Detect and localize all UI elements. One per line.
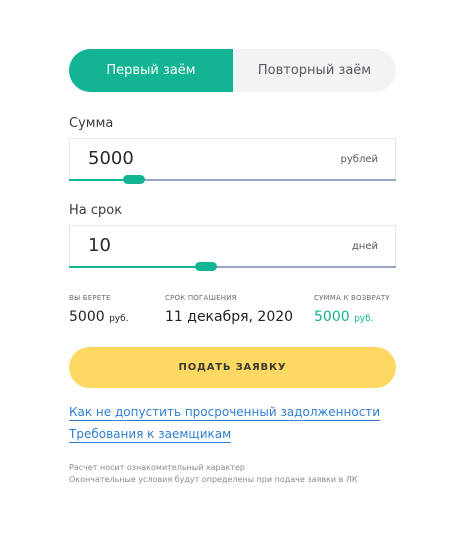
amount-field[interactable]: 5000 рублей xyxy=(69,138,396,180)
loan-type-tabs: Первый заём Повторный заём xyxy=(69,49,396,92)
due-caption: СРОК ПОГАШЕНИЯ xyxy=(165,294,237,302)
summary-return: СУММА К ВОЗВРАТУ 5000 руб. xyxy=(314,294,390,325)
borrower-requirements-link[interactable]: Требования к заемщикам xyxy=(69,427,232,443)
submit-application-button[interactable]: ПОДАТЬ ЗАЯВКУ xyxy=(69,347,396,388)
take-amount: 5000 руб. xyxy=(69,309,129,325)
take-caption: ВЫ БЕРЕТЕ xyxy=(69,294,111,302)
amount-slider-rest xyxy=(134,179,396,181)
summary-take: ВЫ БЕРЕТЕ 5000 руб. xyxy=(69,294,129,325)
return-amount: 5000 руб. xyxy=(314,309,390,325)
amount-slider[interactable] xyxy=(69,175,396,184)
take-value: 5000 xyxy=(69,309,105,325)
disclaimer-note: Расчет носит ознакомительный характер Ок… xyxy=(69,462,358,486)
disclaimer-line-1: Расчет носит ознакомительный характер xyxy=(69,463,245,472)
tab-repeat-loan[interactable]: Повторный заём xyxy=(233,49,396,92)
tab-first-loan[interactable]: Первый заём xyxy=(69,49,233,92)
due-date: 11 декабря, 2020 xyxy=(165,309,294,325)
term-slider-thumb[interactable] xyxy=(195,262,217,271)
disclaimer-line-2: Окончательные условия будут определены п… xyxy=(69,475,358,484)
amount-value[interactable]: 5000 xyxy=(88,148,134,169)
summary-due: СРОК ПОГАШЕНИЯ 11 декабря, 2020 xyxy=(165,294,293,325)
amount-label: Сумма xyxy=(69,116,114,131)
amount-unit: рублей xyxy=(340,154,378,165)
term-slider-rest xyxy=(206,266,396,268)
return-value: 5000 xyxy=(314,309,350,325)
term-field[interactable]: 10 дней xyxy=(69,225,396,267)
take-unit: руб. xyxy=(109,314,129,324)
return-unit: руб. xyxy=(354,314,374,324)
amount-slider-thumb[interactable] xyxy=(123,175,145,184)
term-value[interactable]: 10 xyxy=(88,235,111,256)
overdue-info-link[interactable]: Как не допустить просроченный задолженно… xyxy=(69,405,381,421)
term-slider[interactable] xyxy=(69,262,396,271)
return-caption: СУММА К ВОЗВРАТУ xyxy=(314,294,390,302)
term-unit: дней xyxy=(351,241,378,252)
term-label: На срок xyxy=(69,203,123,218)
term-slider-fill xyxy=(69,266,206,268)
